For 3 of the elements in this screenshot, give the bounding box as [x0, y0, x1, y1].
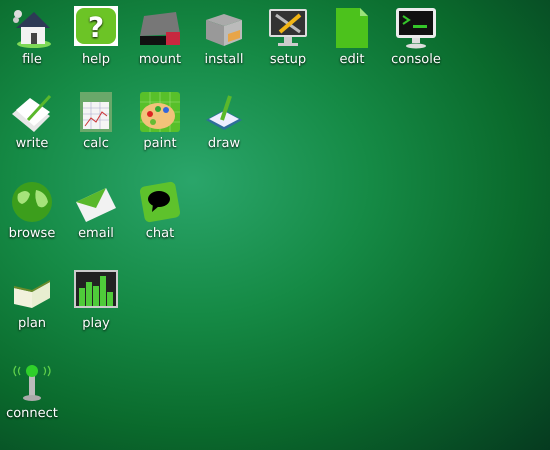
globe-icon — [10, 180, 54, 224]
terminal-icon — [394, 6, 438, 50]
palette-icon — [138, 90, 182, 134]
